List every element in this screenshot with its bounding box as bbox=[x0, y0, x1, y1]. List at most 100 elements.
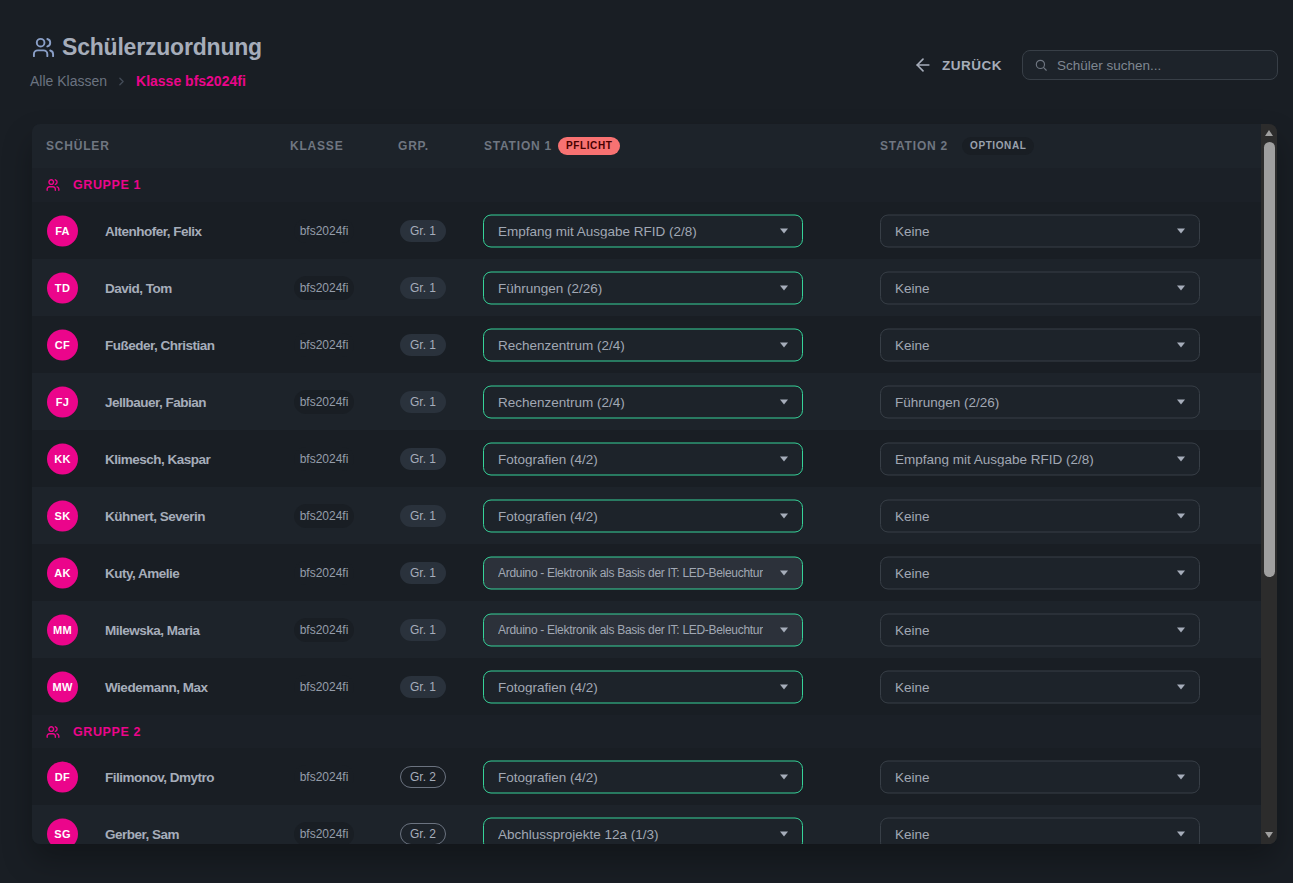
group-label: GRUPPE 2 bbox=[73, 725, 141, 739]
table-row: FJJellbauer, Fabianbfs2024fiGr. 1Rechenz… bbox=[32, 373, 1277, 430]
group-header: GRUPPE 2 bbox=[32, 715, 1277, 748]
avatar: AK bbox=[47, 557, 78, 588]
group-pill: Gr. 1 bbox=[400, 334, 446, 356]
station2-select[interactable]: Keine bbox=[880, 328, 1200, 361]
station1-select[interactable]: Führungen (2/26) bbox=[483, 271, 803, 304]
pflicht-badge: PFLICHT bbox=[558, 137, 620, 155]
chevron-down-icon bbox=[1177, 228, 1185, 233]
chevron-down-icon bbox=[780, 456, 788, 461]
users-icon bbox=[32, 36, 55, 59]
station2-select[interactable]: Keine bbox=[880, 271, 1200, 304]
station1-select[interactable]: Fotografien (4/2) bbox=[483, 670, 803, 703]
avatar: MW bbox=[47, 671, 78, 702]
table-row: MMMilewska, Mariabfs2024fiGr. 1Arduino -… bbox=[32, 601, 1277, 658]
chevron-right-icon bbox=[115, 75, 128, 88]
station2-select[interactable]: Keine bbox=[880, 760, 1200, 793]
avatar: DF bbox=[47, 761, 78, 792]
scroll-down-arrow[interactable] bbox=[1265, 832, 1273, 838]
breadcrumb-all-classes[interactable]: Alle Klassen bbox=[30, 73, 107, 89]
table-row: CFFußeder, Christianbfs2024fiGr. 1Rechen… bbox=[32, 316, 1277, 373]
chevron-down-icon bbox=[780, 570, 788, 575]
table-body: GRUPPE 1FAAltenhofer, Felixbfs2024fiGr. … bbox=[32, 168, 1277, 844]
klasse-pill: bfs2024fi bbox=[294, 561, 354, 585]
station1-select[interactable]: Empfang mit Ausgabe RFID (2/8) bbox=[483, 214, 803, 247]
avatar: TD bbox=[47, 272, 78, 303]
column-header-station1: STATION 1 bbox=[484, 124, 552, 168]
klasse-pill: bfs2024fi bbox=[294, 822, 354, 845]
avatar: SK bbox=[47, 500, 78, 531]
breadcrumb: Alle Klassen Klasse bfs2024fi bbox=[30, 73, 246, 89]
search-input[interactable] bbox=[1057, 58, 1266, 73]
back-button[interactable]: ZURÜCK bbox=[913, 53, 1002, 77]
group-pill: Gr. 1 bbox=[400, 391, 446, 413]
station2-select[interactable]: Keine bbox=[880, 214, 1200, 247]
column-header-klasse: KLASSE bbox=[290, 124, 343, 168]
klasse-pill: bfs2024fi bbox=[294, 333, 354, 357]
avatar: MM bbox=[47, 614, 78, 645]
chevron-down-icon bbox=[780, 285, 788, 290]
column-header-station2: STATION 2 bbox=[880, 124, 948, 168]
table-header: SCHÜLER KLASSE GRP. STATION 1 PFLICHT ST… bbox=[32, 124, 1277, 168]
chevron-down-icon bbox=[1177, 684, 1185, 689]
station1-select[interactable]: Rechenzentrum (2/4) bbox=[483, 328, 803, 361]
station2-select[interactable]: Keine bbox=[880, 613, 1200, 646]
station1-select[interactable]: Abchlussprojekte 12a (1/3) bbox=[483, 817, 803, 844]
group-pill: Gr. 2 bbox=[400, 823, 446, 845]
student-name: Filimonov, Dmytro bbox=[105, 769, 214, 784]
station2-select[interactable]: Führungen (2/26) bbox=[880, 385, 1200, 418]
group-label: GRUPPE 1 bbox=[73, 178, 141, 192]
users-icon bbox=[46, 725, 60, 739]
assignment-table: SCHÜLER KLASSE GRP. STATION 1 PFLICHT ST… bbox=[32, 124, 1277, 844]
table-row: FAAltenhofer, Felixbfs2024fiGr. 1Empfang… bbox=[32, 202, 1277, 259]
users-icon bbox=[46, 178, 60, 192]
chevron-down-icon bbox=[780, 831, 788, 836]
klasse-pill: bfs2024fi bbox=[294, 765, 354, 789]
student-name: Wiedemann, Max bbox=[105, 679, 207, 694]
chevron-down-icon bbox=[1177, 831, 1185, 836]
station2-select[interactable]: Keine bbox=[880, 499, 1200, 532]
chevron-down-icon bbox=[1177, 513, 1185, 518]
back-button-label: ZURÜCK bbox=[942, 58, 1002, 73]
group-pill: Gr. 1 bbox=[400, 619, 446, 641]
chevron-down-icon bbox=[1177, 627, 1185, 632]
table-row: TDDavid, Tombfs2024fiGr. 1Führungen (2/2… bbox=[32, 259, 1277, 316]
column-header-grp: GRP. bbox=[398, 124, 429, 168]
klasse-pill: bfs2024fi bbox=[294, 675, 354, 699]
table-row: DFFilimonov, Dmytrobfs2024fiGr. 2Fotogra… bbox=[32, 748, 1277, 805]
klasse-pill: bfs2024fi bbox=[294, 504, 354, 528]
station1-select[interactable]: Fotografien (4/2) bbox=[483, 499, 803, 532]
station2-select[interactable]: Keine bbox=[880, 817, 1200, 844]
station2-select[interactable]: Keine bbox=[880, 670, 1200, 703]
app-header: Schülerzuordnung bbox=[32, 34, 262, 61]
station1-select[interactable]: Fotografien (4/2) bbox=[483, 760, 803, 793]
student-name: David, Tom bbox=[105, 280, 172, 295]
klasse-pill: bfs2024fi bbox=[294, 276, 354, 300]
station2-select[interactable]: Empfang mit Ausgabe RFID (2/8) bbox=[880, 442, 1200, 475]
chevron-down-icon bbox=[1177, 342, 1185, 347]
chevron-down-icon bbox=[780, 399, 788, 404]
station1-select[interactable]: Fotografien (4/2) bbox=[483, 442, 803, 475]
scroll-up-arrow[interactable] bbox=[1265, 130, 1273, 136]
avatar: CF bbox=[47, 329, 78, 360]
chevron-down-icon bbox=[1177, 774, 1185, 779]
station1-select[interactable]: Arduino - Elektronik als Basis der IT: L… bbox=[483, 556, 803, 589]
group-pill: Gr. 1 bbox=[400, 220, 446, 242]
chevron-down-icon bbox=[1177, 399, 1185, 404]
scrollbar[interactable] bbox=[1261, 124, 1277, 844]
station1-select[interactable]: Arduino - Elektronik als Basis der IT: L… bbox=[483, 613, 803, 646]
scrollbar-thumb[interactable] bbox=[1264, 142, 1275, 577]
group-header: GRUPPE 1 bbox=[32, 168, 1277, 202]
station1-select[interactable]: Rechenzentrum (2/4) bbox=[483, 385, 803, 418]
avatar: SG bbox=[47, 818, 78, 844]
chevron-down-icon bbox=[1177, 456, 1185, 461]
avatar: KK bbox=[47, 443, 78, 474]
table-row: MWWiedemann, Maxbfs2024fiGr. 1Fotografie… bbox=[32, 658, 1277, 715]
chevron-down-icon bbox=[780, 684, 788, 689]
arrow-left-icon bbox=[913, 55, 933, 75]
table-row: SKKühnert, Severinbfs2024fiGr. 1Fotograf… bbox=[32, 487, 1277, 544]
station2-select[interactable]: Keine bbox=[880, 556, 1200, 589]
klasse-pill: bfs2024fi bbox=[294, 618, 354, 642]
klasse-pill: bfs2024fi bbox=[294, 219, 354, 243]
student-name: Jellbauer, Fabian bbox=[105, 394, 206, 409]
chevron-down-icon bbox=[780, 627, 788, 632]
